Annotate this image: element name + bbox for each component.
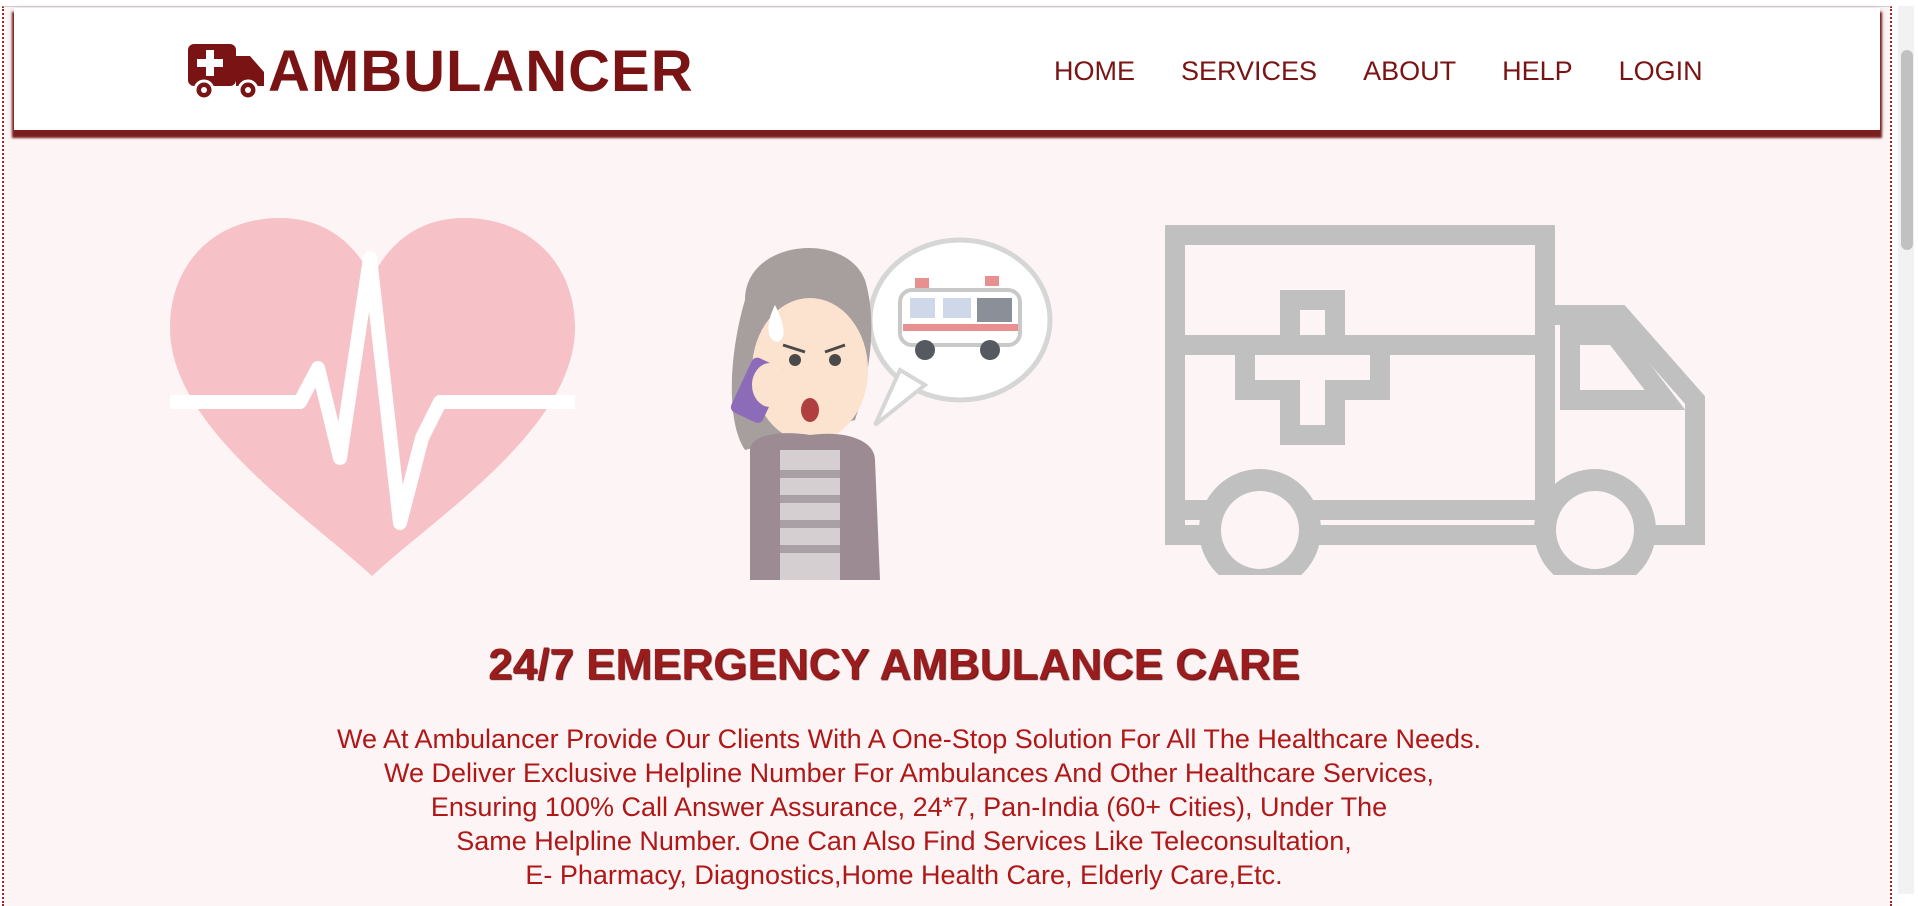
intro-paragraph: We At Ambulancer Provide Our Clients Wit… bbox=[0, 722, 1918, 892]
woman-calling-ambulance-illustration bbox=[730, 237, 1053, 580]
brand-logo[interactable]: AMBULANCER bbox=[186, 36, 694, 106]
scrollbar-thumb[interactable] bbox=[1901, 50, 1913, 250]
nav-services[interactable]: SERVICES bbox=[1181, 56, 1317, 87]
heartbeat-heart-icon bbox=[170, 218, 575, 576]
intro-line: E- Pharmacy, Diagnostics,Home Health Car… bbox=[525, 860, 1283, 890]
nav-about[interactable]: ABOUT bbox=[1363, 56, 1456, 87]
navbar: AMBULANCER HOME SERVICES ABOUT HELP LOGI… bbox=[14, 8, 1880, 130]
nav-login[interactable]: LOGIN bbox=[1619, 56, 1703, 87]
brand-name: AMBULANCER bbox=[268, 38, 694, 104]
nav-home[interactable]: HOME bbox=[1054, 56, 1135, 87]
hero-illustrations bbox=[160, 210, 1720, 585]
intro-line: Ensuring 100% Call Answer Assurance, 24*… bbox=[430, 792, 1388, 822]
ambulance-outline-icon bbox=[1165, 225, 1705, 575]
intro-line: Same Helpline Number. One Can Also Find … bbox=[456, 826, 1352, 856]
nav-help[interactable]: HELP bbox=[1502, 56, 1573, 87]
headline: 24/7 EMERGENCY AMBULANCE CARE bbox=[488, 640, 1300, 689]
intro-line: We Deliver Exclusive Helpline Number For… bbox=[384, 758, 1434, 788]
ambulance-icon bbox=[188, 44, 264, 101]
intro-line: We At Ambulancer Provide Our Clients Wit… bbox=[336, 724, 1482, 754]
main-nav: HOME SERVICES ABOUT HELP LOGIN bbox=[1054, 56, 1749, 87]
